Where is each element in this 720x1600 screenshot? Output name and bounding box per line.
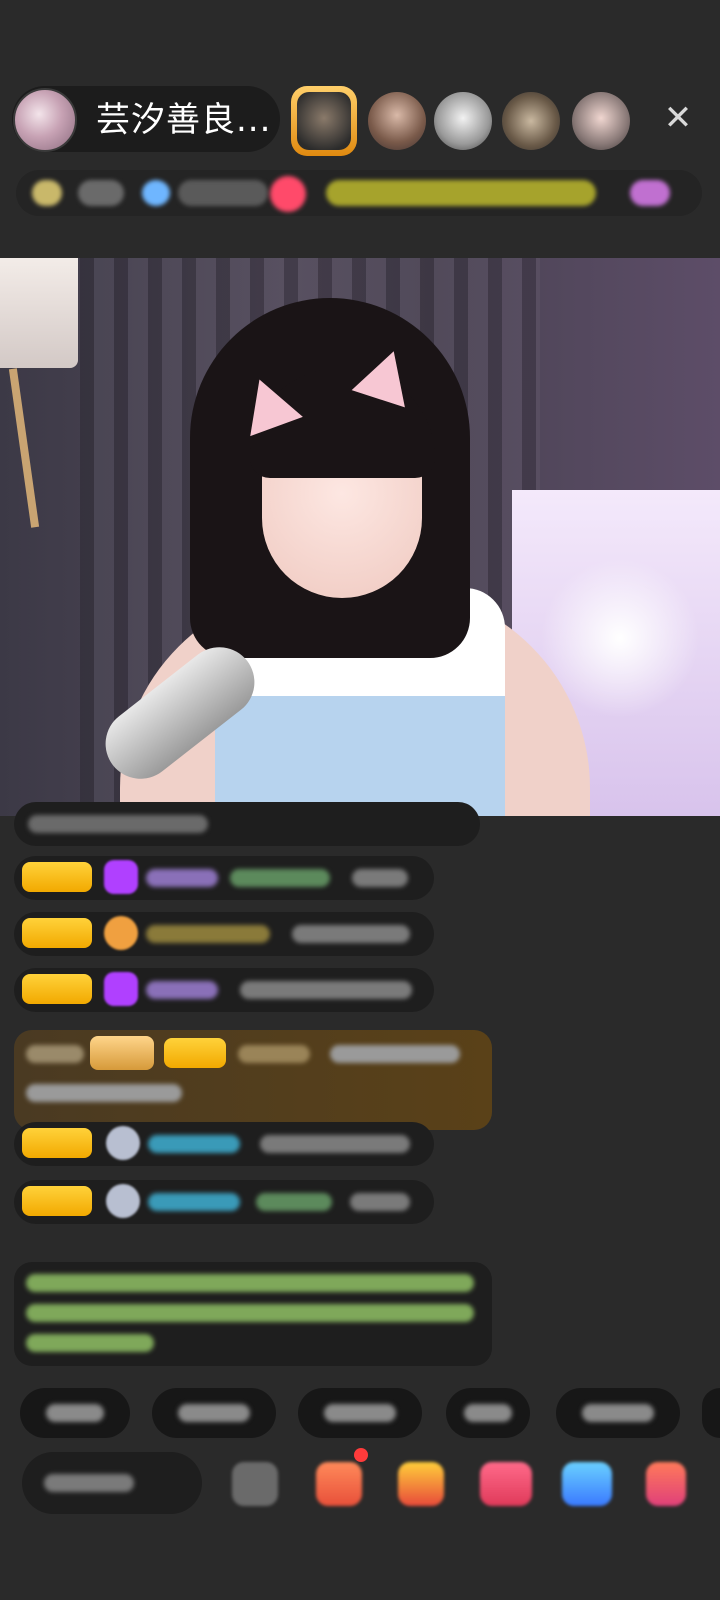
- chat-username[interactable]: [148, 1193, 240, 1211]
- quick-reply-chip[interactable]: [20, 1388, 130, 1438]
- fan-badge: [22, 1128, 92, 1158]
- chat-username[interactable]: [146, 981, 218, 999]
- game-icon[interactable]: [480, 1462, 532, 1506]
- fan-badge: [22, 974, 92, 1004]
- noble-badge: [90, 1036, 154, 1070]
- top-viewer-avatar-5[interactable]: [572, 92, 630, 150]
- quick-reply-chip[interactable]: [152, 1388, 276, 1438]
- top-viewer-avatar-1[interactable]: [291, 86, 357, 156]
- close-icon[interactable]: ✕: [660, 100, 696, 136]
- chat-text: [350, 1193, 410, 1211]
- quick-reply-chip[interactable]: [446, 1388, 530, 1438]
- chat-text: [330, 1045, 460, 1063]
- fan-badge: [22, 918, 92, 948]
- level-badge-icon: [32, 180, 62, 206]
- more-icon[interactable]: [630, 180, 670, 206]
- notification-dot: [354, 1448, 368, 1462]
- fan-badge: [22, 862, 92, 892]
- notice-text: [26, 1334, 154, 1352]
- user-avatar: [106, 1184, 140, 1218]
- gem-icon: [104, 860, 138, 894]
- chat-text: [26, 1084, 182, 1102]
- chat-text: [352, 869, 408, 887]
- chat-text: [292, 925, 410, 943]
- chat-username[interactable]: [238, 1045, 310, 1063]
- lamp-leg: [8, 368, 40, 528]
- user-avatar: [106, 1126, 140, 1160]
- chat-text: [260, 1135, 410, 1153]
- chat-text: [230, 869, 330, 887]
- quick-reply-chip[interactable]: [298, 1388, 422, 1438]
- medal-icon: [104, 916, 138, 950]
- host-name[interactable]: 芸汐善良...: [96, 100, 271, 140]
- chat-username[interactable]: [146, 869, 218, 887]
- top-viewer-avatar-3[interactable]: [434, 92, 492, 150]
- chat-username[interactable]: [148, 1135, 240, 1153]
- gift-icon[interactable]: [646, 1462, 686, 1506]
- chat-text: [28, 815, 208, 833]
- chat-text: [26, 1045, 84, 1063]
- gift-box-icon[interactable]: [316, 1462, 362, 1506]
- rank-blurred-text: [326, 180, 596, 206]
- chat-username[interactable]: [146, 925, 270, 943]
- gem-icon: [104, 972, 138, 1006]
- quick-reply-chip[interactable]: [702, 1388, 720, 1438]
- red-packet-icon[interactable]: [398, 1462, 444, 1506]
- chat-text: [256, 1193, 332, 1211]
- planet-icon: [142, 180, 170, 206]
- hot-icon[interactable]: [270, 176, 306, 212]
- comment-placeholder: [44, 1474, 134, 1492]
- lamp: [0, 258, 78, 368]
- info-blurred-text: [78, 180, 124, 206]
- top-viewer-avatar-2[interactable]: [368, 92, 426, 150]
- live-video[interactable]: [0, 258, 720, 816]
- fan-badge: [22, 1186, 92, 1216]
- emoji-icon[interactable]: [232, 1462, 278, 1506]
- notice-text: [26, 1304, 474, 1322]
- top-viewer-avatar-4[interactable]: [502, 92, 560, 150]
- quick-reply-chip[interactable]: [556, 1388, 680, 1438]
- share-icon[interactable]: [562, 1462, 612, 1506]
- host-avatar[interactable]: [13, 88, 77, 152]
- info-blurred-text: [178, 180, 268, 206]
- fan-badge: [164, 1038, 226, 1068]
- chat-text: [240, 981, 412, 999]
- notice-text: [26, 1274, 474, 1292]
